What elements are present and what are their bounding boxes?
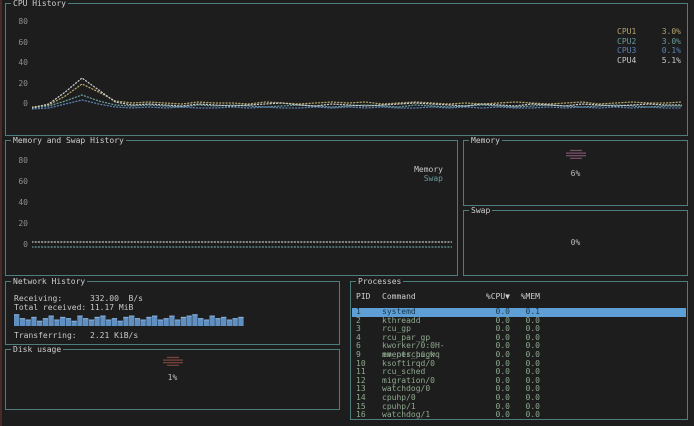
command-cell: watchdog/1 [382,411,478,420]
transferring-label: Transferring: [14,331,90,340]
system-monitor-screen: CPU History 806040200 CPU13.0%CPU23.0%CP… [0,0,694,426]
memory-percent: 6% [464,169,687,178]
y-tick-label: 0 [12,100,28,108]
y-tick-label: 80 [12,18,28,26]
legend-item: CPU45.1% [617,56,681,66]
panel-title-cpu-history: CPU History [11,0,68,8]
panel-disk-usage: Disk usage 1% [5,349,340,410]
panel-title-swap: Swap [469,206,492,215]
pid-cell: 16 [356,411,382,420]
column-header-cpu[interactable]: %CPU▼ [478,292,510,301]
column-header-pid[interactable]: PID [356,292,382,301]
cpu-legend: CPU13.0%CPU23.0%CPU30.1%CPU45.1% [617,27,681,65]
receiving-value: 332.00 B/s [90,294,143,303]
receiving-label: Receiving: [14,294,90,303]
total-received-label: Total received: [14,303,90,312]
y-tick-label: 60 [12,39,28,47]
legend-item: CPU13.0% [617,27,681,37]
legend-item: CPU23.0% [617,37,681,47]
network-receiving-row: Receiving: 332.00 B/s [14,294,143,303]
transferring-value: 2.21 KiB/s [90,331,138,340]
y-tick-label: 0 [12,241,28,249]
memory-swap-history-chart [32,161,452,249]
panel-title-network: Network History [11,277,87,286]
panel-title-disk: Disk usage [11,345,63,354]
y-tick-label: 20 [12,80,28,88]
panel-cpu-history: CPU History 806040200 CPU13.0%CPU23.0%CP… [5,3,688,136]
process-table-body: 1systemd0.00.12kthreadd0.00.03rcu_gp0.00… [352,308,686,420]
panel-memory-swap-history: Memory and Swap History 806040200 Memory… [5,140,458,276]
column-header-mem[interactable]: %MEM [510,292,540,301]
disk-percent: 1% [6,373,339,382]
mem-cell: 0.0 [510,411,540,420]
y-tick-label: 60 [12,178,28,186]
legend-item: Memory [414,165,443,174]
panel-memory-gauge: Memory 6% [463,140,688,206]
panel-title-memory-swap: Memory and Swap History [11,136,126,145]
terminal-left-edge [0,0,2,426]
swap-percent: 0% [464,238,687,247]
panel-title-processes: Processes [356,277,403,286]
column-header-command[interactable]: Command [382,292,478,301]
panel-processes: Processes PIDCommand%CPU▼%MEM 1systemd0.… [350,281,688,420]
y-tick-label: 80 [12,157,28,165]
memswap-legend: MemorySwap [414,165,443,183]
panel-swap-gauge: Swap 0% [463,210,688,276]
cpu-cell: 0.0 [478,411,510,420]
network-transfer-row: Transferring: 2.21 KiB/s [14,331,138,340]
network-total-row: Total received: 11.17 MiB [14,303,133,312]
process-row[interactable]: 16watchdog/10.00.0 [352,411,686,420]
legend-item: CPU30.1% [617,46,681,56]
disk-gauge-icon [160,356,186,368]
network-sparkline [14,312,244,326]
panel-title-memory: Memory [469,136,502,145]
y-tick-label: 40 [12,199,28,207]
process-table-header: PIDCommand%CPU▼%MEM [352,292,686,301]
memory-gauge-icon [563,149,589,161]
panel-network-history: Network History Receiving: 332.00 B/s To… [5,281,340,345]
cpu-history-chart [32,22,682,110]
y-tick-label: 40 [12,59,28,67]
y-tick-label: 20 [12,220,28,228]
total-received-value: 11.17 MiB [90,303,133,312]
legend-item: Swap [424,174,443,183]
